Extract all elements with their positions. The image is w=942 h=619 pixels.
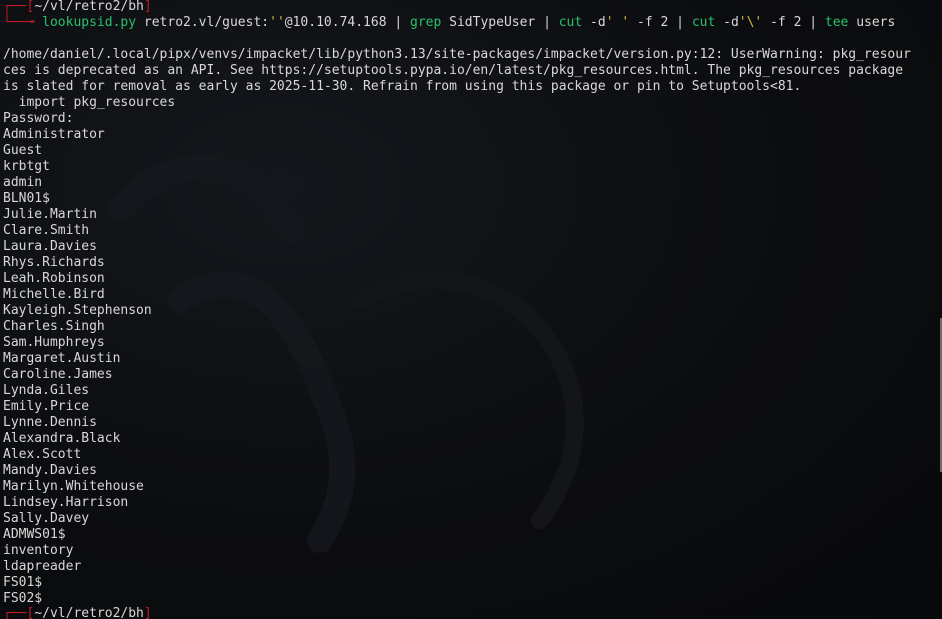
user-output-line: Caroline.James [3, 367, 113, 382]
user-output-line: Administrator [3, 127, 105, 142]
command-target-pre: retro2.vl/guest: [136, 15, 270, 30]
warning-line: import pkg_resources [3, 95, 176, 110]
command-cut-1-delim: ' ' [605, 15, 630, 30]
user-output-line: Charles.Singh [3, 319, 105, 334]
user-output-line: krbtgt [3, 159, 50, 174]
command-line: └──╼ lookupsid.py retro2.vl/guest:''@10.… [3, 15, 895, 31]
user-output-line: Kayleigh.Stephenson [3, 303, 152, 318]
user-output-line: FS01$ [3, 575, 43, 590]
user-output-line: Mandy.Davies [3, 463, 97, 478]
command-cut-1-field: -f 2 [629, 15, 677, 30]
prompt-frame-top: ┌──[ [3, 606, 35, 619]
pipe-4: | [809, 15, 825, 30]
user-output-line: Sally.Davey [3, 511, 90, 526]
user-output-line: Julie.Martin [3, 207, 97, 222]
prompt-header: ┌──[~/vl/retro2/bh] [3, 0, 152, 15]
user-output-line: BLN01$ [3, 191, 50, 206]
prompt-frame-close: ] [143, 0, 152, 14]
user-output-line: Sam.Humphreys [3, 335, 105, 350]
terminal-window[interactable]: ┌──[~/vl/retro2/bh] └──╼ lookupsid.py re… [0, 0, 942, 619]
warning-line: /home/daniel/.local/pipx/venvs/impacket/… [3, 47, 911, 62]
user-output-line: Clare.Smith [3, 223, 90, 238]
command-target-quote: '' [269, 15, 285, 30]
pipe-3: | [676, 15, 692, 30]
pipe-2: | [543, 15, 559, 30]
command-grep: grep [410, 15, 442, 30]
user-output-line: ldapreader [3, 559, 82, 574]
command-cut-2-field: -f 2 [762, 15, 810, 30]
user-output-line: admin [3, 175, 43, 190]
user-output-line: FS02$ [3, 591, 43, 606]
prompt-frame-bottom: └──╼ [3, 15, 43, 30]
user-output-line: Lindsey.Harrison [3, 495, 129, 510]
command-tee: tee [824, 15, 849, 30]
command-cut-2: cut [691, 15, 716, 30]
user-output-line: Leah.Robinson [3, 271, 105, 286]
command-tee-arg: users [848, 15, 896, 30]
user-output-line: Lynne.Dennis [3, 415, 97, 430]
prompt-frame-top: ┌──[ [3, 0, 35, 14]
warning-line: is slated for removal as early as 2025-1… [3, 79, 802, 94]
prompt-cwd: ~/vl/retro2/bh [34, 606, 144, 619]
command-cut-1-flag: -d [582, 15, 606, 30]
pipe-1: | [394, 15, 411, 30]
command-grep-arg: SidTypeUser [441, 15, 544, 30]
next-prompt-header: ┌──[~/vl/retro2/bh] [3, 606, 152, 619]
command-cut-1: cut [558, 15, 583, 30]
user-output-line: Alexandra.Black [3, 431, 121, 446]
command-cut-2-delim: '\' [738, 15, 763, 30]
command-tool: lookupsid.py [42, 15, 137, 30]
command-cut-2-flag: -d [715, 15, 739, 30]
user-output-line: Laura.Davies [3, 239, 97, 254]
user-output-line: Guest [3, 143, 43, 158]
user-output-line: Margaret.Austin [3, 351, 121, 366]
prompt-frame-close: ] [143, 606, 152, 619]
user-output-line: Michelle.Bird [3, 287, 105, 302]
prompt-cwd: ~/vl/retro2/bh [34, 0, 144, 14]
warning-line: ces is deprecated as an API. See https:/… [3, 63, 904, 78]
user-output-line: Lynda.Giles [3, 383, 90, 398]
user-output-line: Alex.Scott [3, 447, 82, 462]
command-target-post: @10.10.74.168 [284, 15, 395, 30]
user-output-line: Marilyn.Whitehouse [3, 479, 144, 494]
user-output-line: Rhys.Richards [3, 255, 105, 270]
password-prompt: Password: [3, 111, 74, 126]
user-output-line: Emily.Price [3, 399, 90, 414]
user-output-line: inventory [3, 543, 74, 558]
user-output-line: ADMWS01$ [3, 527, 66, 542]
